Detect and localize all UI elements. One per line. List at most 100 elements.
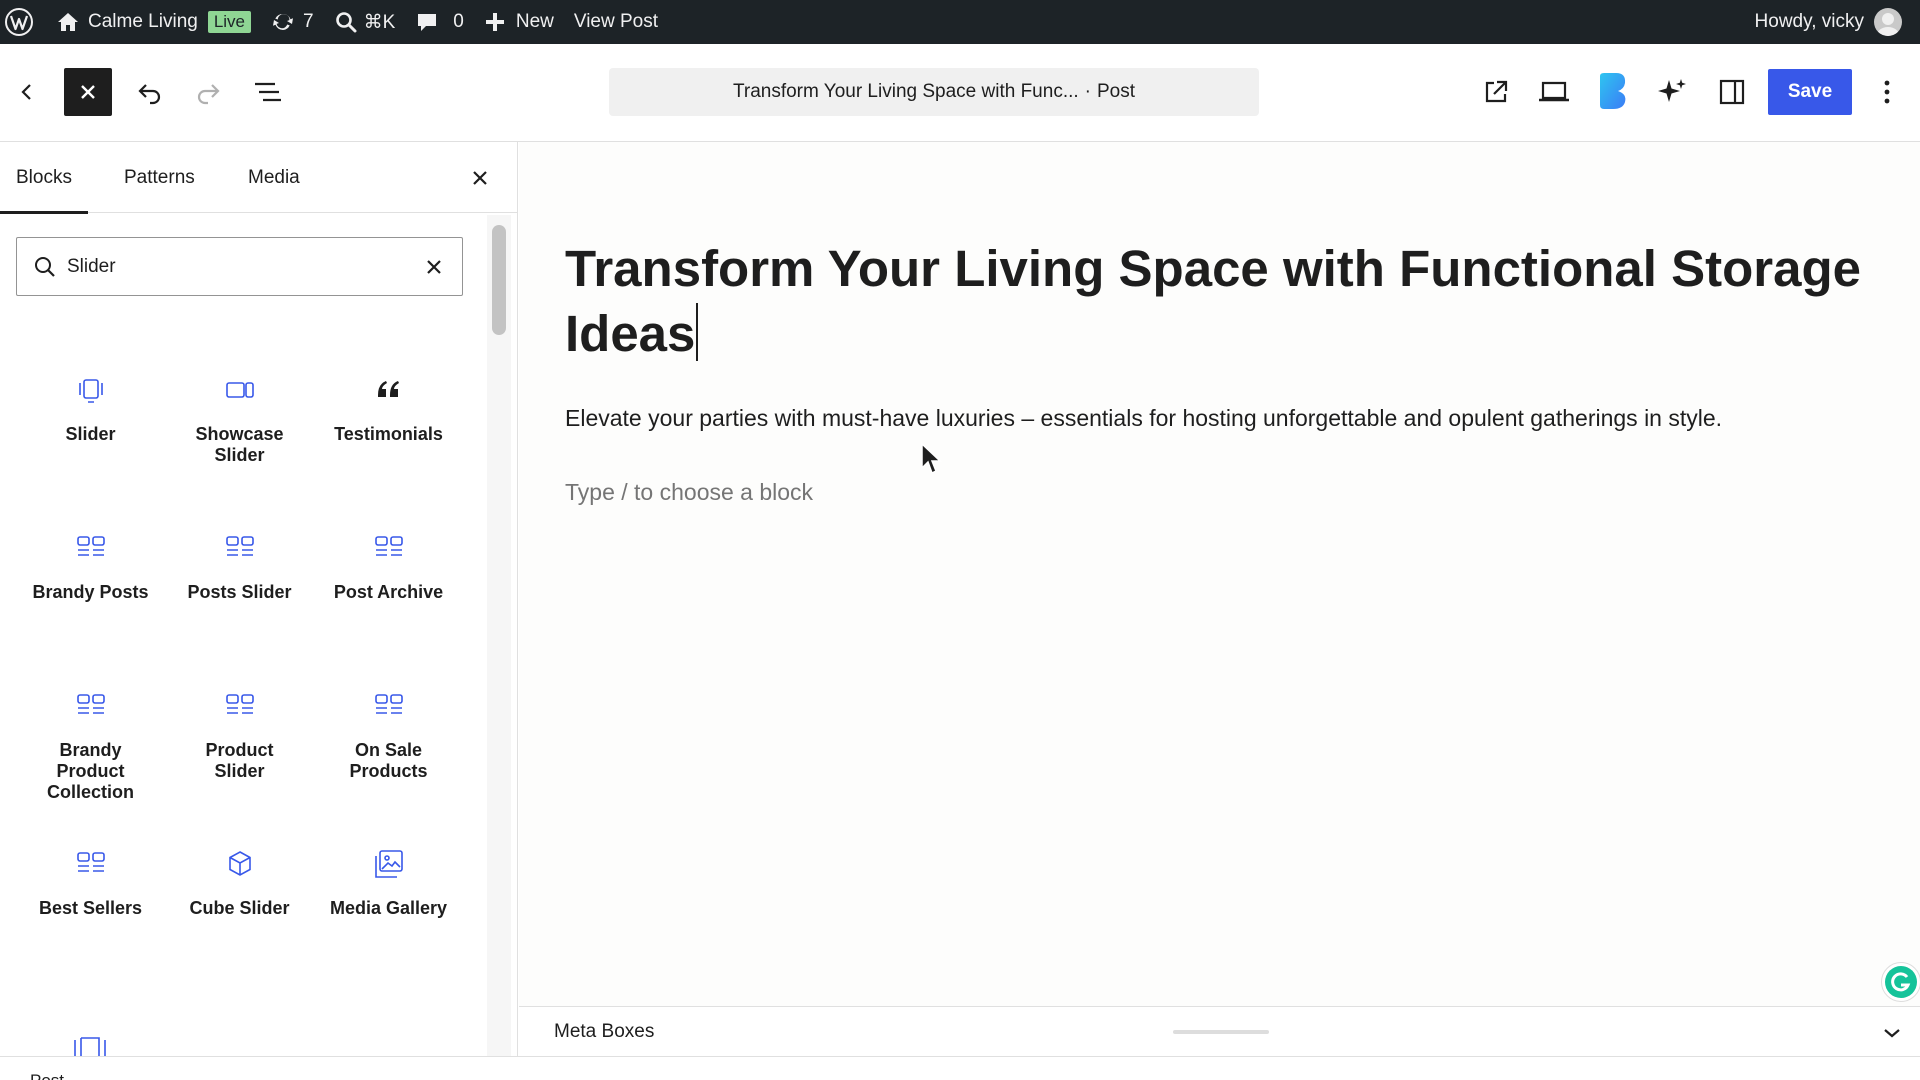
block-item-label: Brandy Product Collection — [46, 740, 134, 802]
meta-boxes-toggle-button[interactable] — [1879, 1020, 1905, 1046]
more-vertical-icon — [1884, 80, 1890, 104]
wordpress-logo-icon[interactable] — [0, 0, 46, 44]
text-caret — [696, 303, 699, 361]
posts-grid-icon — [371, 530, 407, 566]
scrollbar-thumb[interactable] — [492, 225, 506, 335]
partial-block-icon[interactable] — [72, 1032, 108, 1056]
view-post-label: View Post — [573, 11, 659, 32]
footer-breadcrumb[interactable]: Post — [30, 1071, 64, 1080]
comments-link[interactable]: 0 — [405, 0, 474, 44]
quote-icon — [371, 372, 407, 408]
options-menu-button[interactable] — [1872, 72, 1902, 112]
document-overview-button[interactable] — [248, 72, 288, 112]
block-item-testimonials[interactable]: Testimonials — [314, 350, 463, 508]
block-item-label: Best Sellers — [38, 898, 143, 918]
meta-boxes-resize-handle[interactable] — [1173, 1030, 1269, 1034]
block-item-brandy-product-collection[interactable]: Brandy Product Collection — [16, 666, 165, 824]
block-item-label: Testimonials — [334, 424, 443, 444]
comments-count: 0 — [453, 11, 464, 32]
close-icon — [427, 259, 441, 274]
undo-button[interactable] — [130, 72, 170, 112]
cube-icon — [222, 846, 258, 882]
list-view-icon — [255, 82, 281, 102]
plus-icon — [485, 13, 504, 31]
view-post-link[interactable]: View Post — [564, 0, 668, 44]
admin-bar: Calme Living Live 7 ⌘K 0 New View Post H… — [0, 0, 1920, 44]
block-item-label: Brandy Posts — [32, 582, 149, 602]
block-item-label: Product Slider — [205, 740, 274, 781]
desktop-icon — [1539, 81, 1569, 102]
close-block-inserter-button[interactable] — [64, 68, 112, 116]
block-item-cube-slider[interactable]: Cube Slider — [165, 824, 314, 982]
close-icon — [81, 85, 95, 99]
block-item-posts-slider[interactable]: Posts Slider — [165, 508, 314, 666]
avatar — [1874, 8, 1902, 36]
block-search — [16, 237, 463, 296]
grammarly-icon[interactable] — [1881, 962, 1920, 1002]
updates-link[interactable]: 7 — [261, 0, 324, 44]
undo-icon — [138, 84, 161, 105]
site-name-link[interactable]: Calme Living Live — [46, 0, 261, 44]
block-item-post-archive[interactable]: Post Archive — [314, 508, 463, 666]
editor-header: Transform Your Living Space with Func...… — [0, 44, 1920, 142]
updates-count: 7 — [303, 11, 314, 32]
close-icon — [473, 171, 487, 185]
block-item-label: Showcase Slider — [195, 424, 284, 465]
posts-grid-icon — [73, 688, 109, 724]
block-item-label: Slider — [65, 424, 116, 444]
block-item-product-slider[interactable]: Product Slider — [165, 666, 314, 824]
account-menu[interactable]: Howdy, vicky — [1745, 0, 1920, 44]
view-post-button[interactable] — [1476, 72, 1516, 112]
block-item-brandy-posts[interactable]: Brandy Posts — [16, 508, 165, 666]
comment-icon — [418, 14, 437, 31]
document-separator: · — [1084, 81, 1091, 102]
posts-grid-icon — [73, 530, 109, 566]
showcase-slider-icon — [222, 372, 258, 408]
new-content-link[interactable]: New — [474, 0, 564, 44]
tab-media[interactable]: Media — [232, 142, 316, 213]
block-search-input[interactable] — [67, 255, 416, 278]
tab-blocks[interactable]: Blocks — [0, 142, 88, 214]
block-item-label: Cube Slider — [189, 898, 290, 918]
redo-icon — [197, 84, 220, 105]
post-title-text: Transform Your Living Space with Functio… — [565, 240, 1861, 362]
site-name: Calme Living — [88, 11, 198, 32]
posts-grid-icon — [222, 530, 258, 566]
updates-icon — [273, 13, 294, 31]
inserter-scrollbar[interactable] — [487, 215, 511, 1056]
posts-grid-icon — [73, 846, 109, 882]
sidebar-toggle-icon — [1719, 79, 1745, 105]
block-item-slider[interactable]: Slider — [16, 350, 165, 508]
editor-canvas: Transform Your Living Space with Functio… — [519, 142, 1920, 1006]
block-appender[interactable]: Type / to choose a block — [565, 479, 813, 506]
post-title[interactable]: Transform Your Living Space with Functio… — [565, 236, 1885, 366]
block-item-label: On Sale Products — [349, 740, 428, 781]
block-item-showcase-slider[interactable]: Showcase Slider — [165, 350, 314, 508]
sparkle-icon — [1658, 79, 1686, 102]
meta-boxes-bar: Meta Boxes — [519, 1006, 1920, 1056]
save-button[interactable]: Save — [1768, 69, 1852, 115]
document-bar[interactable]: Transform Your Living Space with Func...… — [609, 68, 1259, 116]
tab-patterns[interactable]: Patterns — [108, 142, 211, 213]
device-preview-button[interactable] — [1534, 72, 1574, 112]
clear-search-button[interactable] — [416, 249, 452, 285]
block-item-media-gallery[interactable]: Media Gallery — [314, 824, 463, 982]
command-search-link[interactable]: ⌘K — [324, 0, 406, 44]
settings-sidebar-button[interactable] — [1712, 72, 1752, 112]
brandy-plugin-icon[interactable] — [1596, 72, 1628, 110]
block-inserter-panel: Blocks Patterns Media Slider Showcase Sl… — [0, 142, 518, 1056]
paragraph-block[interactable]: Elevate your parties with must-have luxu… — [565, 405, 1722, 432]
redo-button[interactable] — [188, 72, 228, 112]
editor-footer: Post — [0, 1056, 1920, 1080]
mouse-pointer-icon — [920, 442, 944, 476]
external-link-icon — [1485, 80, 1508, 103]
chevron-down-icon — [1884, 1029, 1900, 1038]
close-inserter-button[interactable] — [465, 163, 495, 193]
ai-assistant-button[interactable] — [1652, 72, 1692, 112]
posts-grid-icon — [371, 688, 407, 724]
block-item-label: Post Archive — [333, 582, 444, 602]
block-item-best-sellers[interactable]: Best Sellers — [16, 824, 165, 982]
back-button[interactable] — [14, 75, 40, 109]
block-item-on-sale-products[interactable]: On Sale Products — [314, 666, 463, 824]
meta-boxes-label: Meta Boxes — [554, 1021, 655, 1042]
